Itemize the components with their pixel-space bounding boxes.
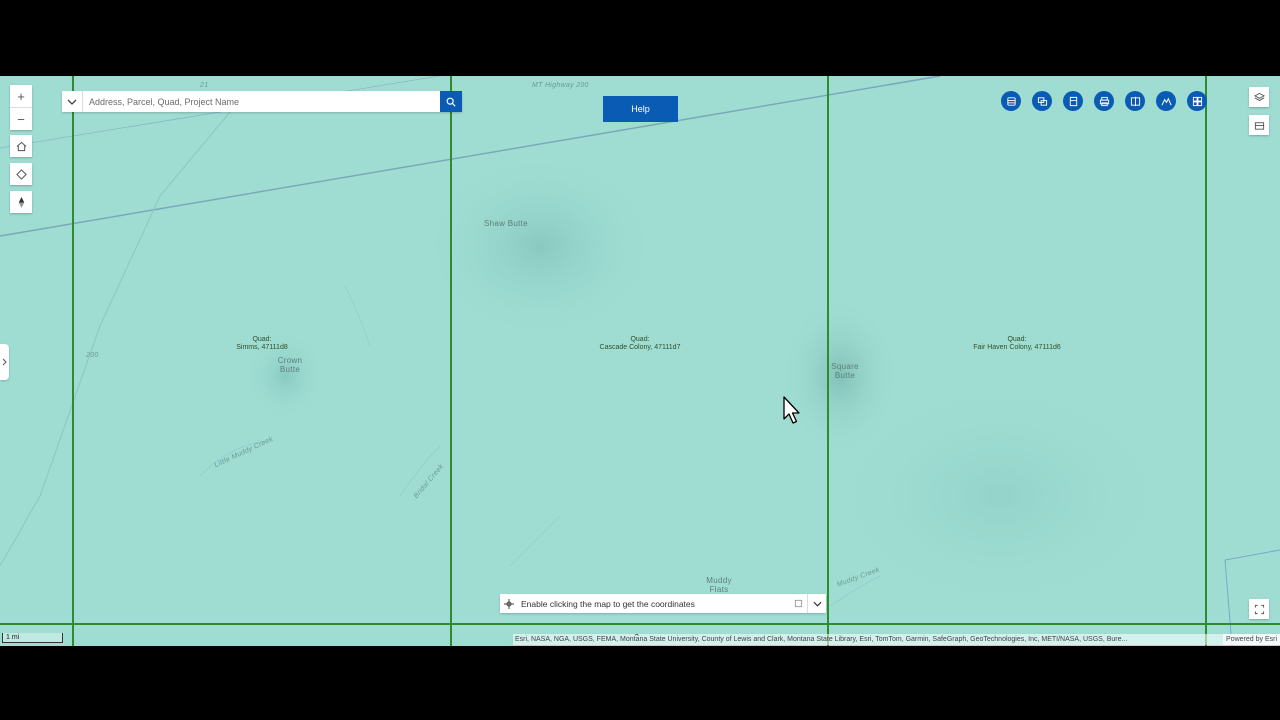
- highway-label: MT Highway 200: [532, 82, 589, 89]
- attribution-expand-icon[interactable]: ⌃: [633, 634, 641, 643]
- help-button[interactable]: Help: [603, 96, 678, 122]
- fullscreen-icon: [1254, 604, 1264, 614]
- swipe-icon: [1130, 96, 1140, 106]
- creek-1: [344, 285, 371, 347]
- attribution-bar[interactable]: Esri, NASA, NGA, USGS, FEMA, Montana Sta…: [513, 634, 1280, 645]
- basemap-gallery-button[interactable]: [1032, 91, 1052, 111]
- bookmarks-button[interactable]: [1063, 91, 1083, 111]
- quad-label-simms[interactable]: Quad: Simms, 47111d8: [236, 336, 288, 352]
- layers-button[interactable]: [1249, 87, 1269, 107]
- chevron-down-icon: [812, 601, 822, 607]
- quad-label-title: Quad:: [1007, 336, 1027, 343]
- compare-button[interactable]: [1125, 91, 1145, 111]
- quad-label-fair-haven-colony[interactable]: Quad: Fair Haven Colony, 47111d6: [973, 336, 1061, 352]
- zoom-out-button[interactable]: −: [10, 107, 32, 130]
- copy-icon: [794, 599, 802, 608]
- grid-button[interactable]: [1187, 91, 1207, 111]
- fullscreen-button[interactable]: [1249, 599, 1269, 619]
- map-icon: [1254, 121, 1264, 130]
- top-letterbox: [0, 0, 1280, 76]
- coordinate-widget: Enable clicking the map to get the coord…: [500, 594, 826, 613]
- route-200-label: 200: [86, 352, 99, 359]
- shaw-butte-relief: [420, 151, 660, 341]
- elevation-profile-icon: [1160, 97, 1172, 105]
- bottom-letterbox: [0, 646, 1280, 720]
- zoom-control: + −: [10, 85, 32, 130]
- basemap-icon: [1037, 96, 1047, 106]
- crosshair-icon[interactable]: [500, 598, 518, 609]
- map-view[interactable]: Shaw Butte Crown Butte Square Butte Mudd…: [0, 76, 1280, 646]
- square-butte-label: Square Butte: [831, 362, 859, 380]
- basemap-toggle-button[interactable]: [1249, 115, 1269, 135]
- boundary-box: [1224, 549, 1280, 646]
- home-button[interactable]: [10, 135, 32, 157]
- layers-icon: [1253, 92, 1265, 101]
- chevron-down-icon: [67, 99, 77, 105]
- crown-butte-label: Crown Butte: [277, 356, 303, 374]
- locate-icon: [15, 168, 27, 180]
- layer-list-button[interactable]: [1001, 91, 1021, 111]
- printer-icon: [1099, 96, 1109, 106]
- layers-stack-icon: [1006, 96, 1016, 106]
- route-21-label: 21: [200, 82, 209, 89]
- mouse-cursor-icon: [783, 396, 800, 424]
- search-widget: [62, 91, 462, 112]
- terrain-layer: [0, 76, 1280, 646]
- side-panel-toggle[interactable]: [0, 344, 9, 380]
- compass-icon: [18, 196, 24, 208]
- powered-by-esri[interactable]: Powered by Esri: [1223, 634, 1280, 645]
- road-line-north: [0, 76, 442, 149]
- chevron-right-icon: [2, 358, 7, 366]
- quad-label-name: Simms, 47111d8: [236, 344, 288, 351]
- grid-icon: [1192, 96, 1202, 106]
- creek-4: [509, 515, 561, 567]
- east-relief: [820, 376, 1180, 616]
- muddy-flats-label: Muddy Flats: [706, 576, 732, 594]
- search-source-dropdown[interactable]: [62, 91, 83, 112]
- quad-label-title: Quad:: [630, 336, 650, 343]
- quad-label-name: Cascade Colony, 47111d7: [599, 344, 681, 351]
- coordinate-instruction: Enable clicking the map to get the coord…: [521, 598, 695, 609]
- search-button[interactable]: [440, 91, 462, 112]
- locate-button[interactable]: [10, 163, 32, 185]
- search-input[interactable]: [83, 91, 440, 112]
- bookmark-icon: [1069, 96, 1077, 106]
- coordinate-options-dropdown[interactable]: [807, 594, 826, 613]
- scale-bar: 1 mi: [2, 633, 63, 643]
- home-icon: [16, 141, 26, 151]
- attribution-text: Esri, NASA, NGA, USGS, FEMA, Montana Sta…: [515, 636, 1128, 643]
- search-icon: [446, 97, 456, 107]
- quad-label-name: Fair Haven Colony, 47111d6: [973, 344, 1061, 351]
- print-button[interactable]: [1094, 91, 1114, 111]
- compass-button[interactable]: [10, 191, 32, 213]
- quad-label-cascade-colony[interactable]: Quad: Cascade Colony, 47111d7: [600, 336, 681, 352]
- shaw-butte-label: Shaw Butte: [484, 219, 528, 228]
- zoom-in-button[interactable]: +: [10, 85, 32, 107]
- elevation-profile-button[interactable]: [1156, 91, 1176, 111]
- quad-label-title: Quad:: [252, 336, 272, 343]
- secondary-road: [0, 105, 236, 567]
- copy-button[interactable]: [789, 599, 807, 608]
